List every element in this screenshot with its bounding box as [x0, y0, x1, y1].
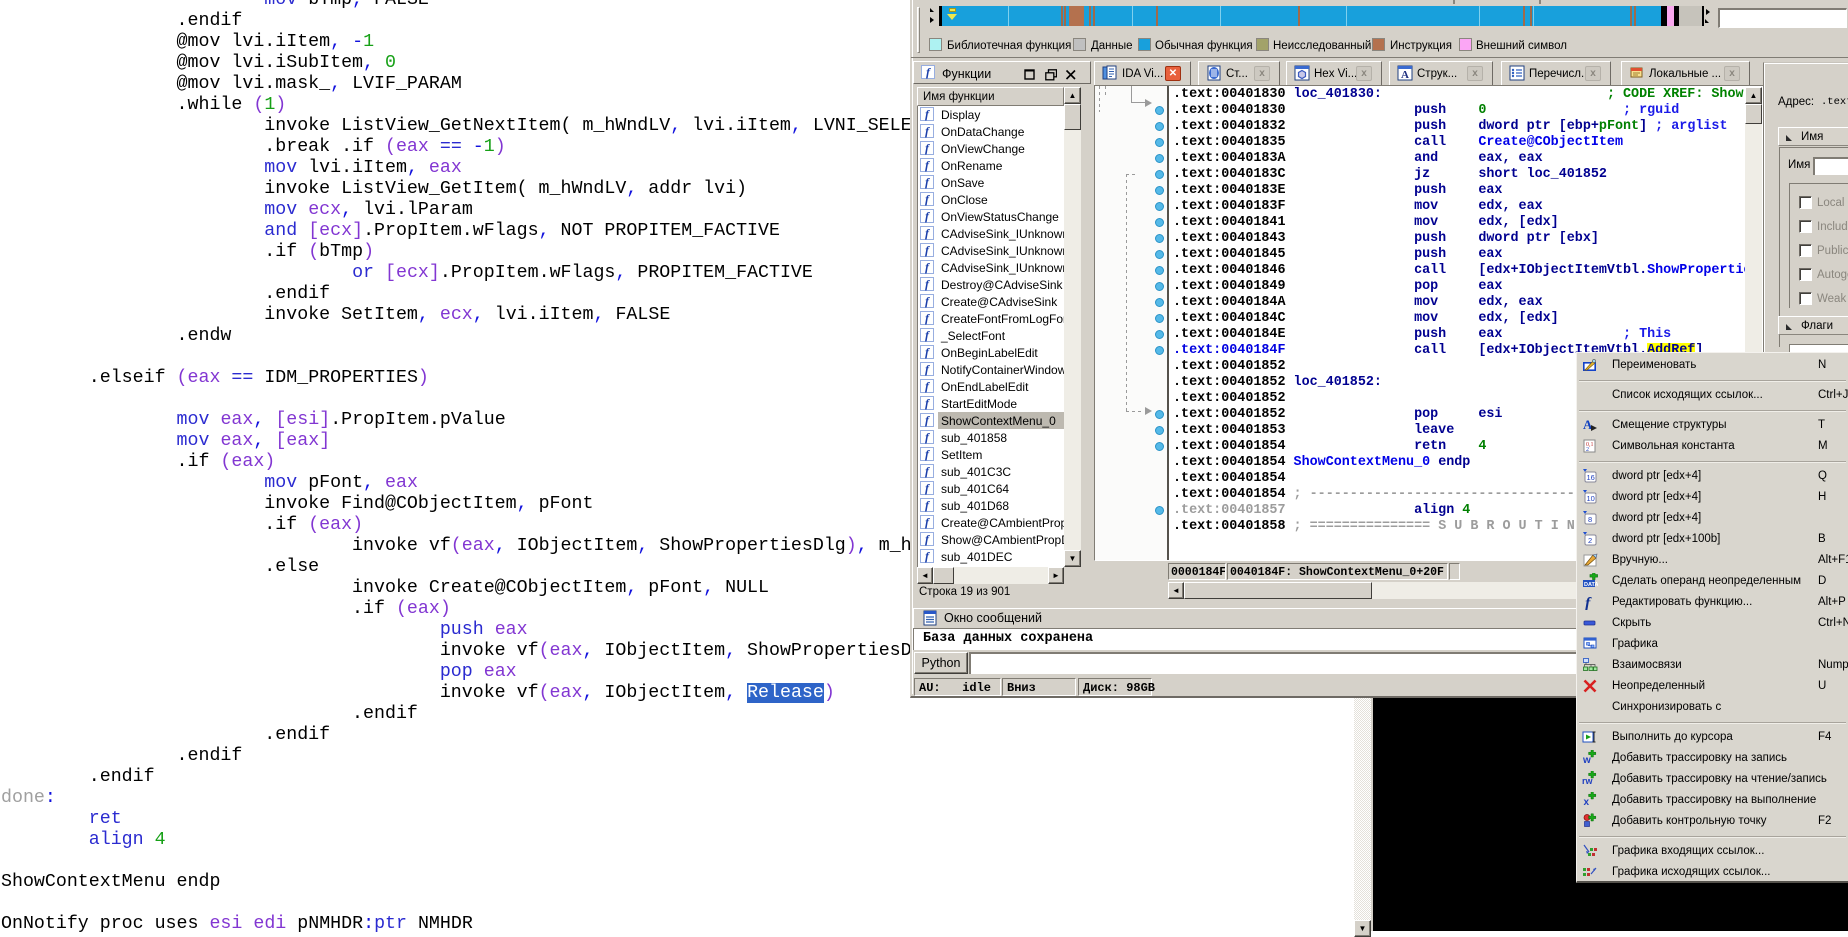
svg-text:8: 8 — [1588, 515, 1592, 524]
svg-text:2: 2 — [1586, 447, 1589, 453]
svg-text:2: 2 — [1588, 536, 1592, 545]
svg-text:x: x — [1584, 797, 1590, 808]
svg-text:f: f — [1585, 595, 1592, 610]
svg-text:w: w — [1582, 755, 1591, 766]
svg-text:A: A — [1401, 69, 1409, 81]
svg-text:10: 10 — [1587, 494, 1595, 503]
svg-text:DATA: DATA — [1584, 582, 1598, 588]
svg-text:16: 16 — [1587, 473, 1595, 482]
